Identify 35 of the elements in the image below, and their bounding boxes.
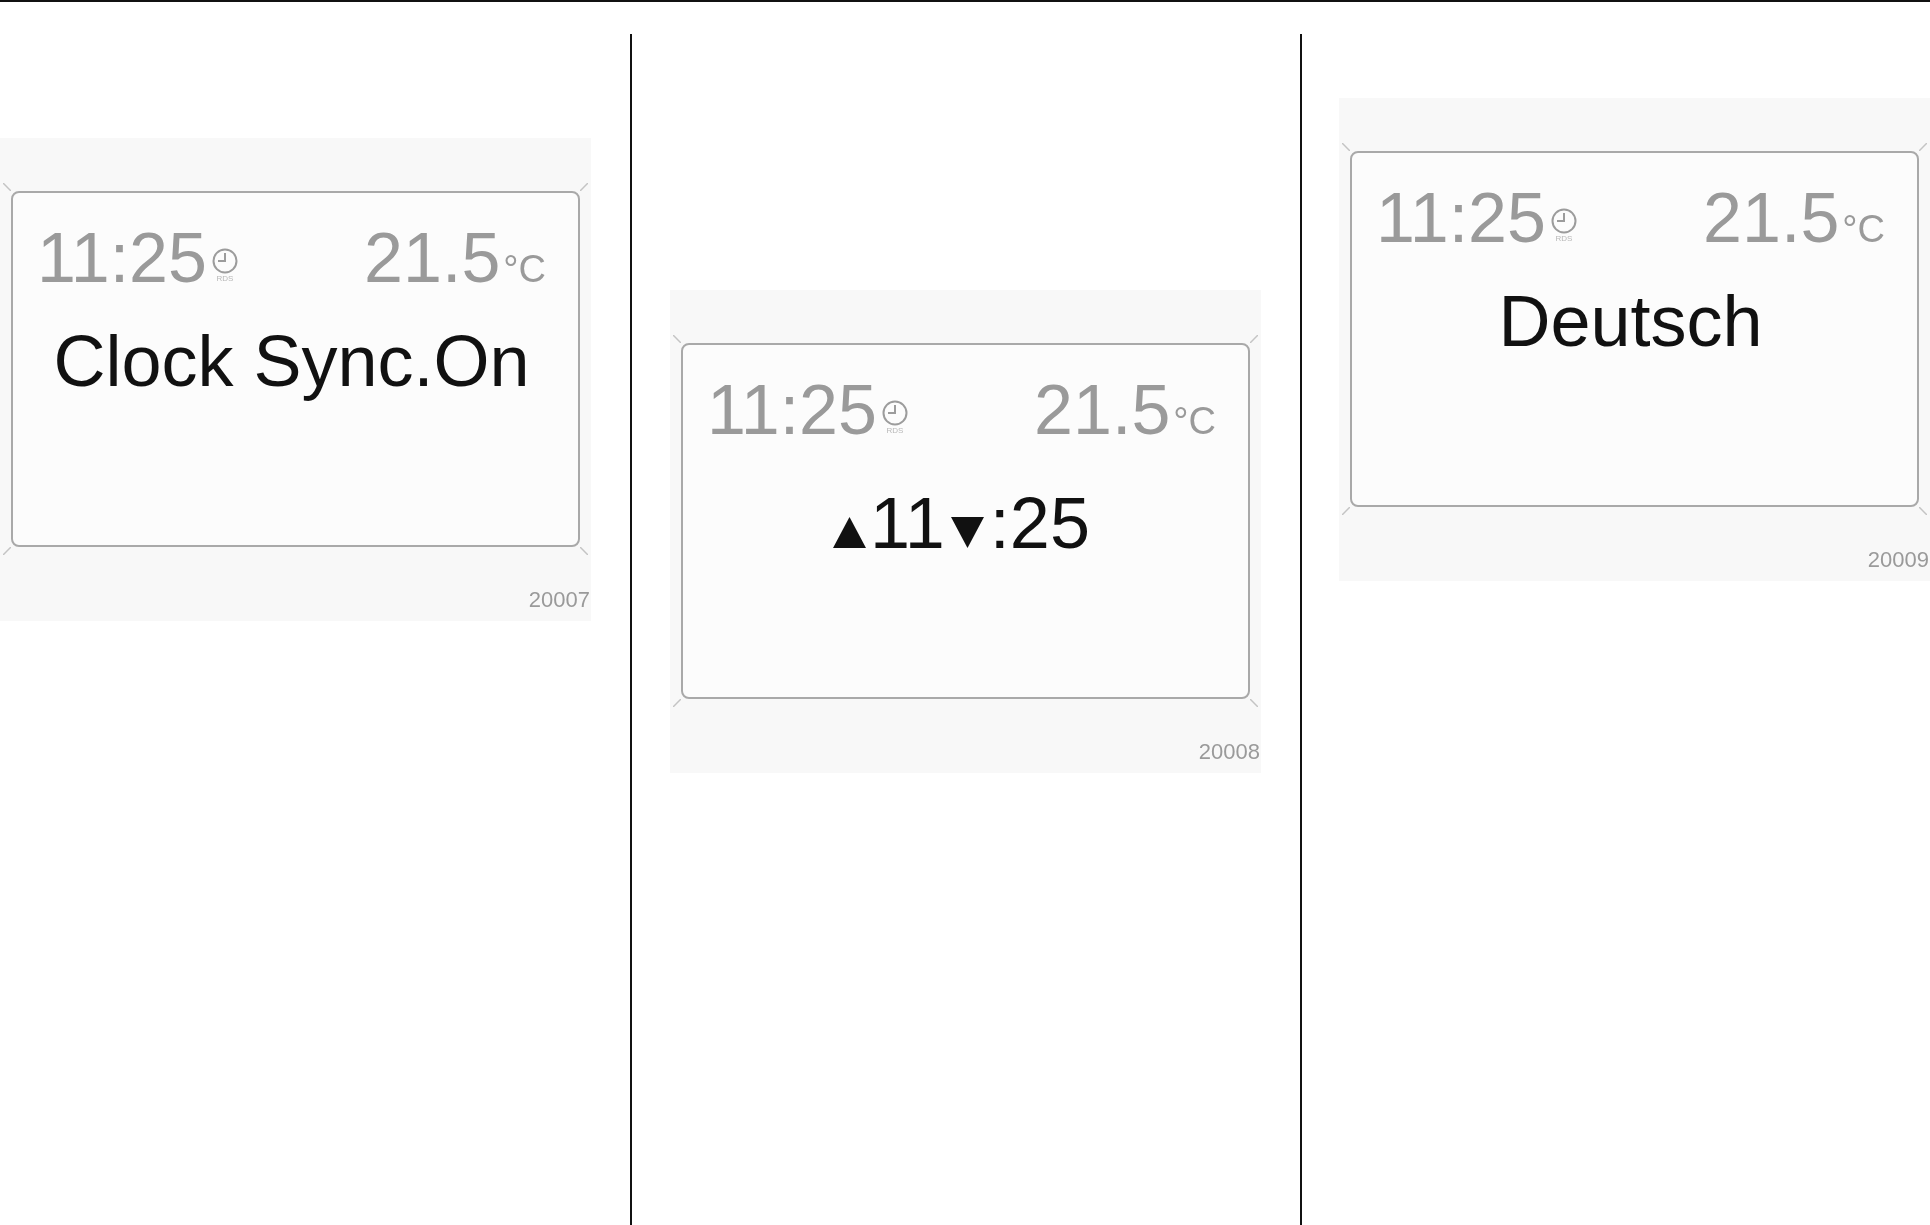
clock-icon: [1551, 208, 1577, 234]
down-triangle-icon: [950, 517, 984, 548]
temperature-reading: 21.5: [1034, 375, 1171, 445]
corner-mark-icon: [673, 335, 681, 343]
display-message: Deutsch: [1498, 285, 1763, 357]
corner-mark-icon: [1250, 335, 1258, 343]
clock-time: 11:25: [37, 223, 207, 293]
clock-icon: [212, 248, 238, 274]
corner-mark-icon: [1919, 143, 1927, 151]
figure-number: 20007: [528, 589, 590, 611]
corner-mark-icon: [1342, 143, 1350, 151]
corner-mark-icon: [1919, 507, 1927, 515]
minutes-value: :25: [989, 487, 1090, 559]
clock-time: 11:25: [1376, 183, 1546, 253]
temperature-reading: 21.5: [364, 223, 501, 293]
temperature-unit: °C: [503, 250, 546, 288]
hours-value: 11: [870, 487, 945, 559]
corner-mark-icon: [1342, 507, 1350, 515]
figure-number: 20009: [1867, 549, 1929, 571]
temperature-unit: °C: [1842, 210, 1885, 248]
corner-mark-icon: [673, 699, 681, 707]
corner-mark-icon: [3, 183, 11, 191]
corner-mark-icon: [580, 183, 588, 191]
corner-mark-icon: [580, 547, 588, 555]
figure-number: 20008: [1198, 741, 1260, 763]
clock-icon: [882, 400, 908, 426]
corner-mark-icon: [1250, 699, 1258, 707]
clock-time: 11:25: [707, 375, 877, 445]
temperature-reading: 21.5: [1703, 183, 1840, 253]
rds-label: RDS: [216, 275, 234, 283]
temperature-unit: °C: [1173, 402, 1216, 440]
corner-mark-icon: [3, 547, 11, 555]
rds-label: RDS: [886, 427, 904, 435]
rds-label: RDS: [1555, 235, 1573, 243]
up-triangle-icon: [833, 517, 867, 548]
